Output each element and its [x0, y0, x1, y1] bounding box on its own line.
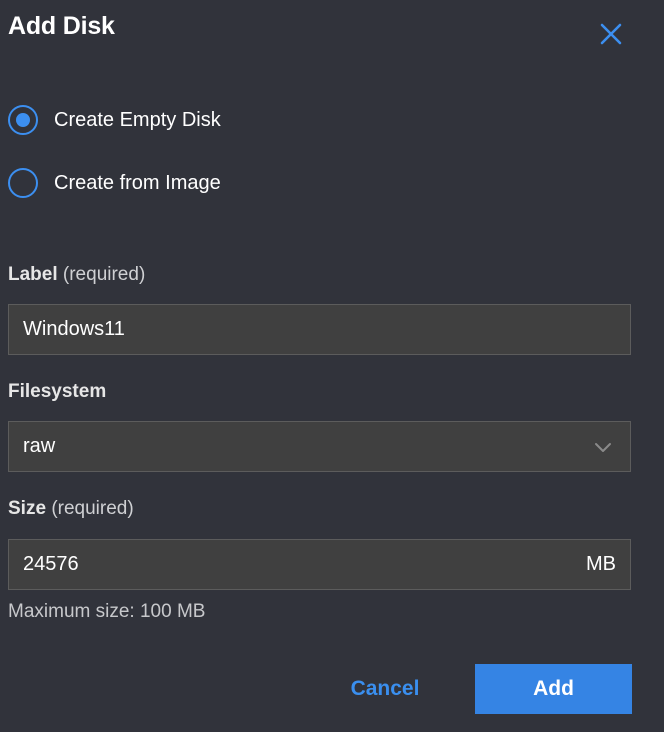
radio-unselected-icon[interactable] — [8, 168, 38, 198]
chevron-down-icon — [592, 436, 614, 458]
label-input-value: Windows11 — [23, 318, 125, 340]
filesystem-select[interactable]: raw — [8, 421, 631, 472]
close-icon — [600, 23, 622, 45]
size-unit: MB — [586, 553, 616, 575]
label-field-label: Label (required) — [8, 264, 145, 286]
size-field-title: Size — [8, 498, 47, 519]
size-field-label: Size (required) — [8, 498, 134, 520]
radio-create-from-image[interactable]: Create from Image — [8, 168, 221, 198]
radio-label: Create from Image — [54, 171, 221, 194]
radio-label: Create Empty Disk — [54, 108, 221, 131]
add-button[interactable]: Add — [475, 664, 632, 714]
required-hint: (required) — [62, 264, 146, 285]
filesystem-field-label: Filesystem — [8, 381, 107, 402]
size-input-value: 24576 — [23, 553, 79, 575]
radio-create-empty-disk[interactable]: Create Empty Disk — [8, 105, 221, 135]
label-input[interactable]: Windows11 — [8, 304, 631, 355]
cancel-button[interactable]: Cancel — [330, 664, 440, 714]
required-hint: (required) — [51, 498, 134, 519]
size-help-text: Maximum size: 100 MB — [8, 601, 206, 622]
add-disk-dialog: Add Disk Create Empty Disk Create from I… — [0, 0, 664, 732]
size-input[interactable]: 24576 MB — [8, 539, 631, 590]
filesystem-select-value: raw — [23, 435, 56, 457]
dialog-title: Add Disk — [8, 12, 115, 40]
radio-selected-icon[interactable] — [8, 105, 38, 135]
label-field-title: Label — [8, 264, 58, 285]
close-button[interactable] — [596, 17, 626, 47]
